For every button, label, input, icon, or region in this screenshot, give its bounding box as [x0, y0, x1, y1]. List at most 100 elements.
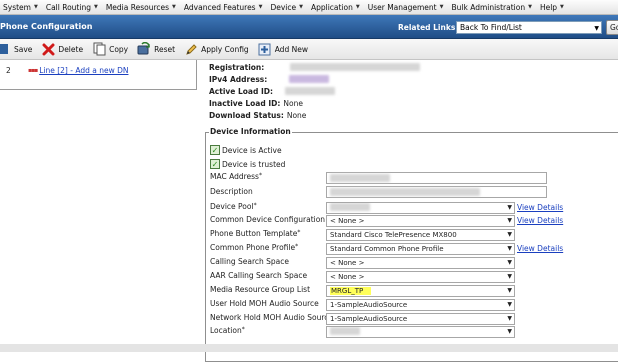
- chevron-down-icon: ▼: [507, 273, 512, 280]
- menu-application[interactable]: Application ▼: [308, 3, 365, 12]
- menu-help[interactable]: Help ▼: [537, 3, 569, 12]
- common-phone-profile-label-text: Common Phone Profile: [210, 243, 296, 252]
- device-pool-label: Device Pool*: [210, 202, 257, 211]
- related-links-select[interactable]: Back To Find/List ▼: [456, 21, 602, 34]
- inactive-load-label: Inactive Load ID:: [209, 99, 281, 108]
- device-information-legend: Device Information: [209, 127, 292, 136]
- network-hold-moh-select[interactable]: 1-SampleAudioSource ▼: [326, 313, 515, 325]
- active-load-label: Active Load ID:: [209, 87, 273, 96]
- copy-button[interactable]: Copy: [92, 42, 128, 56]
- copy-label: Copy: [109, 44, 129, 54]
- chevron-down-icon: ▼: [560, 4, 564, 10]
- chevron-down-icon: ▼: [507, 204, 512, 211]
- go-button[interactable]: Go: [606, 20, 618, 35]
- checkbox-checked-icon[interactable]: ✓: [210, 145, 220, 155]
- chevron-down-icon: ▼: [507, 245, 512, 252]
- redacted-value: [330, 174, 390, 182]
- copy-icon: [92, 42, 106, 56]
- line-number: 2: [6, 66, 11, 75]
- chevron-down-icon: ▼: [507, 301, 512, 308]
- page-title: Phone Configuration: [0, 22, 93, 31]
- add-new-dn-link[interactable]: Line [2] - Add a new DN: [39, 66, 128, 75]
- toolbar: Save Delete Copy Reset Apply Config Add …: [0, 39, 618, 60]
- required-mark: *: [253, 202, 257, 209]
- apply-config-label: Apply Config: [201, 44, 249, 54]
- menu-advanced-features[interactable]: Advanced Features ▼: [181, 3, 268, 12]
- left-pane-background: [0, 90, 197, 352]
- common-phone-profile-select[interactable]: Standard Common Phone Profile ▼: [326, 243, 515, 255]
- menu-user-management[interactable]: User Management ▼: [365, 3, 449, 12]
- chevron-down-icon: ▼: [299, 4, 303, 10]
- chevron-down-icon: ▼: [439, 4, 444, 10]
- inactive-load-value: None: [283, 99, 303, 108]
- phone-button-template-select[interactable]: Standard Cisco TelePresence MX800 ▼: [326, 229, 515, 241]
- reset-button[interactable]: Reset: [137, 42, 175, 56]
- location-label: Location*: [210, 326, 245, 335]
- bottom-scroll-strip: [0, 344, 618, 352]
- registration-row: Registration:: [209, 63, 421, 72]
- related-links-label: Related Links:: [398, 23, 459, 32]
- menu-bulk-administration-label: Bulk Administration: [451, 2, 526, 12]
- device-active-checkbox-row[interactable]: ✓ Device is Active: [210, 145, 282, 155]
- phone-button-template-label: Phone Button Template*: [210, 229, 300, 238]
- chevron-down-icon: ▼: [172, 4, 176, 10]
- calling-search-space-select[interactable]: < None > ▼: [326, 257, 515, 269]
- device-pool-view-details-link[interactable]: View Details: [517, 203, 563, 212]
- device-pool-select[interactable]: ▼: [326, 202, 515, 214]
- menu-call-routing[interactable]: Call Routing ▼: [43, 3, 103, 12]
- menu-system[interactable]: System ▼: [0, 3, 43, 12]
- user-hold-moh-select[interactable]: 1-SampleAudioSource ▼: [326, 299, 515, 311]
- aar-css-label: AAR Calling Search Space: [210, 271, 308, 280]
- save-label: Save: [14, 44, 33, 54]
- description-input[interactable]: [326, 186, 547, 198]
- mac-address-label-text: MAC Address: [210, 172, 259, 181]
- location-select[interactable]: ▼: [326, 326, 515, 338]
- location-label-text: Location: [210, 326, 242, 335]
- redacted-value: [330, 203, 370, 211]
- phone-status-section: Registration: IPv4 Address: Active Load …: [205, 60, 618, 124]
- network-hold-moh-value: 1-SampleAudioSource: [330, 315, 408, 323]
- chevron-down-icon: ▼: [33, 4, 38, 10]
- save-button[interactable]: Save: [0, 42, 32, 56]
- pencil-icon: [184, 42, 198, 56]
- apply-config-button[interactable]: Apply Config: [184, 42, 249, 56]
- save-icon: [0, 42, 8, 56]
- device-trusted-label: Device is trusted: [222, 159, 286, 169]
- user-hold-moh-value: 1-SampleAudioSource: [330, 301, 408, 309]
- menu-device-label: Device: [270, 2, 297, 12]
- delete-button[interactable]: Delete: [41, 42, 83, 56]
- aar-css-value: < None >: [330, 273, 365, 281]
- common-device-config-label: Common Device Configuration: [210, 215, 326, 224]
- delete-label: Delete: [58, 44, 84, 54]
- menu-user-management-label: User Management: [367, 2, 437, 12]
- aar-css-select[interactable]: < None > ▼: [326, 271, 515, 283]
- common-device-config-view-details-link[interactable]: View Details: [517, 216, 563, 225]
- mrgl-select[interactable]: MRGL_TP ▼: [326, 285, 515, 297]
- menu-media-resources[interactable]: Media Resources ▼: [103, 3, 181, 12]
- phone-button-template-value: Standard Cisco TelePresence MX800: [330, 231, 457, 239]
- menu-media-resources-label: Media Resources: [105, 2, 170, 12]
- mrgl-label: Media Resource Group List: [210, 285, 311, 294]
- common-device-config-select[interactable]: < None > ▼: [326, 215, 515, 227]
- calling-search-space-label: Calling Search Space: [210, 257, 289, 266]
- top-menu-bar: System ▼ Call Routing ▼ Media Resources ▼ A…: [0, 0, 618, 15]
- page-header: Phone Configuration Related Links: Back …: [0, 15, 618, 39]
- mac-address-input[interactable]: [326, 172, 547, 184]
- required-mark: *: [297, 229, 301, 236]
- add-icon: [258, 42, 272, 56]
- menu-call-routing-label: Call Routing: [45, 2, 91, 12]
- reset-label: Reset: [154, 44, 176, 54]
- checkbox-checked-icon: ✓: [210, 159, 220, 169]
- required-mark: *: [258, 172, 262, 179]
- related-links-value: Back To Find/List: [460, 23, 522, 32]
- common-phone-profile-label: Common Phone Profile*: [210, 243, 298, 252]
- common-phone-profile-view-details-link[interactable]: View Details: [517, 244, 563, 253]
- add-new-button[interactable]: Add New: [258, 42, 308, 56]
- chevron-down-icon: ▼: [355, 4, 360, 10]
- download-status-value: None: [286, 111, 307, 120]
- menu-bulk-administration[interactable]: Bulk Administration ▼: [448, 3, 536, 12]
- device-pool-label-text: Device Pool: [210, 202, 254, 211]
- menu-device[interactable]: Device ▼: [267, 3, 308, 12]
- redacted-value: [330, 327, 360, 335]
- phone-button-template-label-text: Phone Button Template: [210, 229, 298, 238]
